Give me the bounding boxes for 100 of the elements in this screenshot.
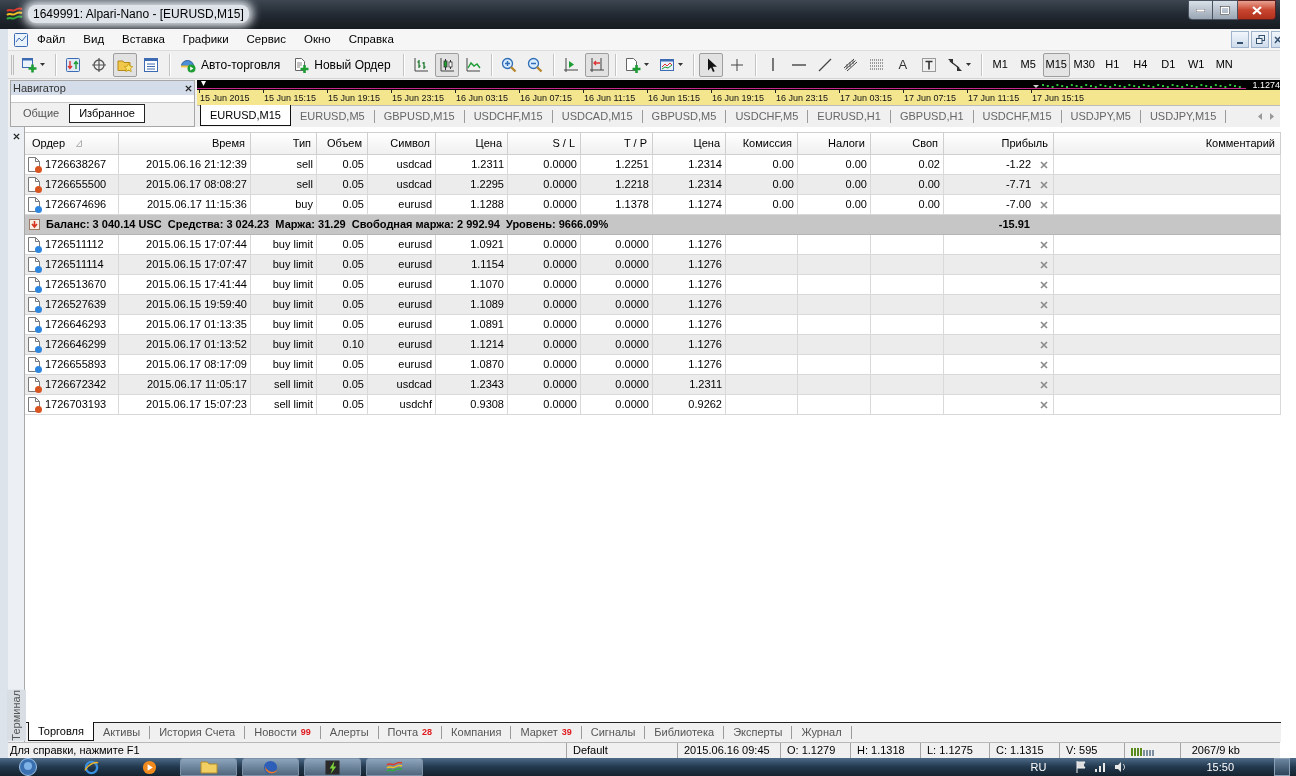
terminal-tab[interactable]: Журнал bbox=[792, 723, 851, 742]
terminal-tab[interactable]: Торговля bbox=[28, 722, 94, 741]
panel-tab[interactable]: Избранное bbox=[69, 104, 145, 123]
chart-tab[interactable]: EURUSD,H1 bbox=[808, 106, 890, 127]
toolbar-button[interactable] bbox=[698, 52, 723, 77]
show-desktop-button[interactable] bbox=[1274, 758, 1290, 776]
table-row[interactable]: 1726513670 2015.06.15 17:41:44 buy limit 0.05 eurusd 1.1070 0.0000 0.0000 1.1276 bbox=[25, 275, 1281, 295]
table-row[interactable]: 1726527639 2015.06.15 19:59:40 buy limit 0.05 eurusd 1.1089 0.0000 0.0000 1.1276 bbox=[25, 295, 1281, 315]
column-header[interactable]: S / L bbox=[508, 133, 581, 155]
column-header[interactable]: Цена bbox=[436, 133, 508, 155]
terminal-tab[interactable]: Новости 99 bbox=[245, 723, 320, 742]
chart-tab[interactable]: EURUSD,M15 bbox=[200, 105, 291, 126]
terminal-tab[interactable]: Сигналы bbox=[581, 723, 645, 742]
terminal-tab[interactable]: Эксперты bbox=[724, 723, 792, 742]
timeframe-button[interactable]: M15 bbox=[1042, 52, 1070, 77]
terminal-tab[interactable]: Маркет 39 bbox=[511, 723, 581, 742]
column-header[interactable]: Тип bbox=[251, 133, 317, 155]
chart-tab[interactable]: USDCAD,M15 bbox=[552, 106, 642, 127]
toolbar-button[interactable] bbox=[434, 52, 459, 77]
bar-chart-icon bbox=[412, 56, 429, 73]
menu-item[interactable]: Сервис bbox=[237, 29, 295, 50]
table-row[interactable]: 1726672342 2015.06.17 11:05:17 sell limit 0.05 usdcad 1.2343 0.0000 0.0000 1.2311 bbox=[25, 375, 1281, 395]
close-icon[interactable] bbox=[185, 84, 192, 92]
menu-item[interactable]: Вставка bbox=[113, 29, 174, 50]
terminal-tab[interactable]: История Счета bbox=[150, 723, 245, 742]
close-icon[interactable] bbox=[12, 133, 20, 140]
column-header[interactable]: Прибыль bbox=[944, 133, 1054, 155]
minimize-icon bbox=[1237, 42, 1243, 44]
caret-right-icon[interactable] bbox=[1270, 113, 1274, 120]
table-row[interactable]: 1726638267 2015.06.16 21:12:39 sell 0.05 usdcad 1.2311 0.0000 1.2251 1.2314 0.00 0.00 0.02 -1.22 bbox=[25, 155, 1281, 175]
column-header[interactable]: Налоги bbox=[798, 133, 871, 155]
column-header[interactable]: Своп bbox=[871, 133, 944, 155]
timeframe-button[interactable]: M30 bbox=[1070, 52, 1098, 77]
cross-icon bbox=[728, 56, 745, 73]
timeframe-button[interactable]: MN bbox=[1210, 52, 1238, 77]
close-button[interactable] bbox=[1238, 0, 1276, 20]
caret-icon bbox=[965, 63, 971, 66]
close-button[interactable] bbox=[1271, 31, 1280, 48]
price-label: 1.1274 bbox=[1246, 80, 1280, 90]
panel-tab[interactable]: Общие bbox=[13, 104, 70, 123]
minimize-button[interactable] bbox=[1231, 31, 1249, 48]
text-tool-button[interactable]: A bbox=[890, 52, 915, 77]
table-cell-text: 1726511112 bbox=[45, 237, 104, 253]
arrow-down-icon bbox=[29, 219, 40, 230]
column-header[interactable]: Цена bbox=[653, 133, 726, 155]
column-header[interactable]: T / P bbox=[581, 133, 653, 155]
candlestick-icon bbox=[438, 56, 455, 73]
terminal-tab[interactable]: Библиотека bbox=[645, 723, 724, 742]
table-row[interactable]: 1726646299 2015.06.17 01:13:52 buy limit 0.10 eurusd 1.1214 0.0000 0.0000 1.1276 bbox=[25, 335, 1281, 355]
timeframe-button[interactable]: W1 bbox=[1182, 52, 1210, 77]
menu-item[interactable]: Окно bbox=[294, 29, 340, 50]
minimize-button[interactable] bbox=[1188, 0, 1213, 20]
toolbar-button[interactable]: Новый Ордер bbox=[288, 52, 396, 77]
taskbar-window-button[interactable] bbox=[180, 758, 237, 776]
chart-tab[interactable]: GBPUSD,M5 bbox=[642, 106, 726, 127]
toolbar-button[interactable]: Авто-торговля bbox=[175, 52, 286, 77]
menu-item[interactable]: Файл bbox=[28, 29, 75, 50]
axis-label: 17 Jun 07:15 bbox=[904, 93, 957, 103]
language-indicator[interactable]: RU bbox=[1030, 758, 1047, 776]
chart-tab[interactable]: EURUSD,M5 bbox=[290, 106, 374, 127]
column-header[interactable]: Ордер bbox=[25, 133, 119, 155]
chart-tab[interactable]: USDCHF,M15 bbox=[464, 106, 552, 127]
timeframe-button[interactable]: H1 bbox=[1098, 52, 1126, 77]
chart-tab[interactable]: USDCHF,M15 bbox=[973, 106, 1061, 127]
table-row[interactable]: 1726655893 2015.06.17 08:17:09 buy limit 0.05 eurusd 1.0870 0.0000 0.0000 1.1276 bbox=[25, 355, 1281, 375]
chart-tab[interactable]: USDJPY,M15 bbox=[1140, 106, 1226, 127]
axis-label: 15 Jun 15:15 bbox=[264, 93, 317, 103]
menu-item[interactable]: Графики bbox=[173, 29, 238, 50]
axis-triangle-icon bbox=[562, 56, 579, 73]
timeframe-button[interactable]: H4 bbox=[1126, 52, 1154, 77]
table-row[interactable]: 1726511114 2015.06.15 17:07:47 buy limit 0.05 eurusd 1.1154 0.0000 0.0000 1.1276 bbox=[25, 255, 1281, 275]
chart-tab[interactable]: USDJPY,M5 bbox=[1061, 106, 1140, 127]
column-header[interactable]: Комиссия bbox=[726, 133, 798, 155]
timeframe-button[interactable]: M1 bbox=[986, 52, 1014, 77]
table-row[interactable]: 1726511112 2015.06.15 17:07:44 buy limit 0.05 eurusd 1.0921 0.0000 0.0000 1.1276 bbox=[25, 235, 1281, 255]
table-row[interactable]: 1726655500 2015.06.17 08:08:27 sell 0.05 usdcad 1.2295 0.0000 1.2218 1.2314 0.00 0.00 0.00 -7.71 bbox=[25, 175, 1281, 195]
chart-tab[interactable]: GBPUSD,H1 bbox=[890, 106, 973, 127]
column-header[interactable]: Символ bbox=[368, 133, 436, 155]
chart-tab[interactable]: USDCHF,M5 bbox=[726, 106, 808, 127]
table-row[interactable]: 1726674696 2015.06.17 11:15:36 buy 0.05 eurusd 1.1288 0.0000 1.1378 1.1274 0.00 0.00 0.00 -7.00 bbox=[25, 195, 1281, 215]
timeframe-button[interactable]: M5 bbox=[1014, 52, 1042, 77]
restore-button[interactable] bbox=[1251, 31, 1269, 48]
terminal-tab[interactable]: Алерты bbox=[320, 723, 378, 742]
menu-item[interactable]: Вид bbox=[74, 29, 114, 50]
terminal-tab[interactable]: Почта 28 bbox=[378, 723, 442, 742]
column-header[interactable]: Время bbox=[119, 133, 251, 155]
maximize-button[interactable] bbox=[1213, 0, 1238, 20]
terminal-tab[interactable]: Компания bbox=[442, 723, 511, 742]
taskbar-window-button[interactable] bbox=[242, 758, 299, 776]
chart-tab[interactable]: GBPUSD,M15 bbox=[374, 106, 464, 127]
taskbar-window-button[interactable] bbox=[304, 758, 361, 776]
wave-lines-icon bbox=[6, 6, 23, 21]
menu-item[interactable]: Справка bbox=[339, 29, 403, 50]
terminal-tab[interactable]: Активы bbox=[93, 723, 150, 742]
column-header[interactable]: Объем bbox=[317, 133, 368, 155]
column-header[interactable]: Комментарий bbox=[1054, 133, 1281, 155]
table-row[interactable]: 1726646293 2015.06.17 01:13:35 buy limit 0.05 eurusd 1.0891 0.0000 0.0000 1.1276 bbox=[25, 315, 1281, 335]
table-row[interactable]: 1726703193 2015.06.17 15:07:23 sell limit 0.05 usdchf 0.9308 0.0000 0.0000 0.9262 bbox=[25, 395, 1281, 415]
caret-left-icon[interactable] bbox=[1258, 113, 1262, 120]
timeframe-button[interactable]: D1 bbox=[1154, 52, 1182, 77]
